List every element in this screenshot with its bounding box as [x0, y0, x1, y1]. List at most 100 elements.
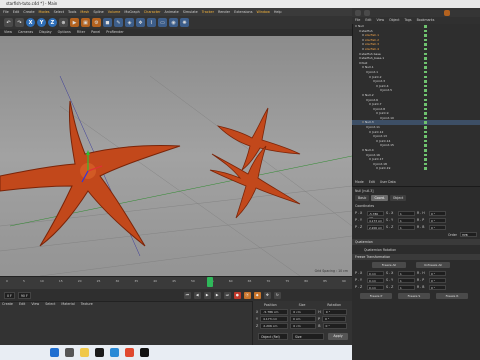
timeline-playhead[interactable] [207, 277, 213, 287]
viewport-menu-options[interactable]: Options [58, 29, 71, 36]
object-manager-menu-bookmarks[interactable]: Bookmarks [417, 17, 435, 24]
windows-start-icon[interactable] [50, 348, 59, 357]
position-field[interactable]: 2.206 cm [260, 323, 289, 329]
size-field[interactable]: 0 cm [290, 309, 317, 315]
object-manager[interactable]: Null starfish starfish.1 starfish.2 starfish… [352, 24, 480, 180]
prev-key-icon[interactable]: ◀ [193, 291, 201, 299]
visibility-check-icon[interactable] [424, 144, 427, 147]
visibility-check-icon[interactable] [424, 29, 427, 33]
visibility-check-icon[interactable] [424, 89, 427, 92]
menu-item-help[interactable]: Help [274, 8, 282, 16]
grip-icon[interactable] [355, 9, 361, 16]
visibility-check-icon[interactable] [424, 126, 427, 129]
axis-x-button[interactable]: X [26, 18, 35, 27]
visibility-check-icon[interactable] [424, 98, 427, 101]
visibility-check-icon[interactable] [424, 149, 427, 152]
menu-item-file[interactable]: File [3, 8, 9, 16]
next-key-icon[interactable]: ▶ [213, 291, 221, 299]
attributes-menu-user-data[interactable]: User Data [380, 180, 396, 184]
menu-item-extensions[interactable]: Extensions [234, 8, 252, 16]
attribute-value-field[interactable]: 0 cm [367, 284, 384, 290]
tab-object[interactable]: Object [389, 195, 407, 201]
visibility-check-icon[interactable] [424, 167, 427, 170]
freeze-all-button[interactable]: Freeze All [372, 262, 406, 268]
menu-item-simulate[interactable]: Simulate [183, 8, 198, 16]
attribute-value-field[interactable]: 2.206 cm [367, 224, 384, 230]
go-start-icon[interactable]: ⏮ [183, 291, 191, 299]
layout-icon[interactable] [364, 9, 370, 16]
object-manager-menu-tags[interactable]: Tags [405, 17, 412, 24]
3d-viewport[interactable]: Grid Spacing : 10 cm [0, 36, 352, 276]
menu-item-tools[interactable]: Tools [68, 8, 76, 16]
starfish-large[interactable] [0, 100, 181, 247]
autokey-icon[interactable]: ⦿ [243, 291, 251, 299]
menu-item-spline[interactable]: Spline [93, 8, 103, 16]
x-app-icon[interactable] [95, 348, 104, 357]
menu-item-modes[interactable]: Modes [39, 8, 50, 16]
freeze-p-button[interactable]: Freeze P [360, 293, 392, 299]
rotation-key-icon[interactable]: ↻ [273, 291, 281, 299]
visibility-check-icon[interactable] [424, 112, 427, 115]
rotation-field[interactable]: 0 ° [322, 323, 347, 329]
menu-item-volume[interactable]: Volume [108, 8, 121, 16]
attribute-value-field[interactable]: 0 ° [429, 270, 446, 276]
attribute-value-field[interactable]: 0 ° [429, 277, 446, 283]
starfish-small-2[interactable] [209, 145, 301, 219]
menu-item-edit[interactable]: Edit [13, 8, 20, 16]
viewport-menu-view[interactable]: View [4, 29, 12, 36]
object-manager-menu-object[interactable]: Object [389, 17, 399, 24]
menu-item-character[interactable]: Character [144, 8, 161, 16]
freeze-r-button[interactable]: Freeze R [436, 293, 468, 299]
visibility-check-icon[interactable] [424, 139, 427, 143]
material-menu-texture[interactable]: Texture [81, 302, 93, 306]
attribute-value-field[interactable]: 1 [398, 284, 415, 290]
visibility-check-icon[interactable] [424, 107, 427, 111]
viewport-menu-panel[interactable]: Panel [91, 29, 100, 36]
play-icon[interactable]: ▶ [203, 291, 211, 299]
visibility-check-icon[interactable] [424, 57, 427, 60]
visibility-check-icon[interactable] [424, 34, 427, 37]
visibility-check-icon[interactable] [424, 84, 427, 88]
object-manager-menu-file[interactable]: File [355, 17, 360, 24]
order-select[interactable]: HPB [460, 232, 477, 237]
go-end-icon[interactable]: ⏭ [223, 291, 231, 299]
visibility-check-icon[interactable] [424, 52, 427, 56]
visibility-check-icon[interactable] [424, 43, 427, 46]
attribute-value-field[interactable]: 4.173 cm [367, 217, 384, 223]
object-manager-menu-view[interactable]: View [377, 17, 385, 24]
redo-icon[interactable]: ↷ [15, 18, 24, 27]
menu-item-render[interactable]: Render [218, 8, 230, 16]
position-key-icon[interactable]: ✥ [263, 291, 271, 299]
axis-y-button[interactable]: Y [37, 18, 46, 27]
tab-basic[interactable]: Basic [355, 195, 370, 201]
render-view-icon[interactable]: ▶ [70, 18, 79, 27]
attribute-value-field[interactable]: 1 [398, 210, 415, 216]
material-menu-view[interactable]: View [31, 302, 39, 306]
attributes-menu-edit[interactable]: Edit [369, 180, 375, 184]
material-menu-edit[interactable]: Edit [19, 302, 25, 306]
light-icon[interactable]: ✺ [180, 18, 189, 27]
menu-item-animate[interactable]: Animate [165, 8, 179, 16]
attribute-value-field[interactable]: -5.786 cm [367, 210, 384, 220]
tab-coord[interactable]: Coord. [371, 195, 388, 201]
file-explorer-icon[interactable] [80, 348, 89, 357]
record-icon[interactable]: ● [233, 291, 241, 299]
size-mode-select[interactable]: Size [292, 333, 324, 340]
undo-icon[interactable]: ↶ [4, 18, 13, 27]
attribute-value-field[interactable]: 0 ° [429, 284, 446, 290]
visibility-check-icon[interactable] [424, 75, 427, 79]
unfreeze-all-button[interactable]: Unfreeze All [416, 262, 450, 268]
floor-icon[interactable]: ▭ [158, 18, 167, 27]
visibility-check-icon[interactable] [424, 93, 427, 97]
coordinate-system-icon[interactable]: ⊕ [59, 18, 68, 27]
attribute-value-field[interactable]: 1 [398, 277, 415, 283]
chrome-icon[interactable] [125, 348, 134, 357]
visibility-check-icon[interactable] [424, 121, 427, 124]
size-field[interactable]: 0 cm [290, 316, 317, 322]
rotation-field[interactable]: 0 ° [322, 316, 347, 322]
deformer-icon[interactable]: ⌇ [147, 18, 156, 27]
viewport-menu-display[interactable]: Display [39, 29, 52, 36]
attribute-value-field[interactable]: 1 [398, 270, 415, 276]
freeze-s-button[interactable]: Freeze S [398, 293, 430, 299]
attribute-value-field[interactable]: 1 [398, 217, 415, 223]
